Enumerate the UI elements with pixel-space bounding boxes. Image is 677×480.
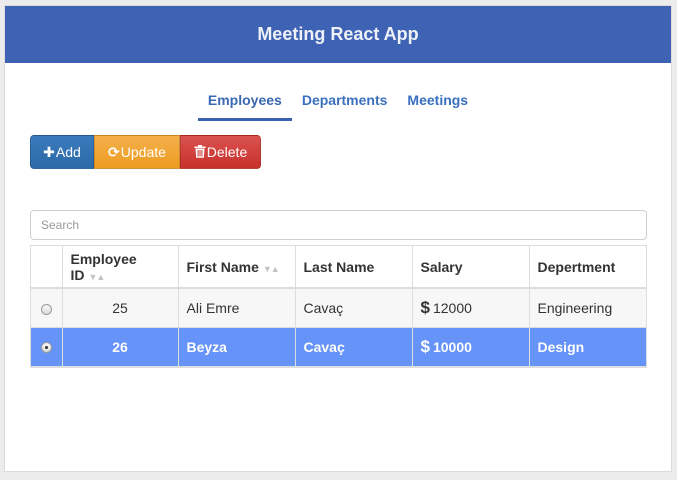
column-header-first-name[interactable]: First Name ▼▲ [178, 246, 296, 289]
column-label: Depertment [537, 258, 616, 275]
action-toolbar: ✚ Add ⟳ Update Delete [30, 135, 261, 169]
first-name-cell: Beyza [178, 327, 296, 367]
add-button-label: Add [55, 144, 81, 160]
last-name-cell: Cavaç [295, 288, 413, 328]
employee-id-cell: 26 [62, 327, 179, 367]
column-header-last-name: Last Name [295, 246, 413, 289]
table-row[interactable]: 26 Beyza Cavaç $10000 Design [31, 327, 646, 367]
department-cell: Design [529, 327, 646, 367]
search-input[interactable] [30, 210, 647, 240]
row-select-cell [31, 288, 63, 328]
update-button-label: Update [120, 144, 166, 160]
salary-value: 12000 [432, 299, 472, 316]
sort-icon[interactable]: ▼▲ [89, 272, 106, 282]
delete-button[interactable]: Delete [180, 135, 261, 169]
tab-bar: Employees Departments Meetings [5, 86, 671, 121]
row-select-cell [31, 327, 63, 367]
table-header-row: Employee ID ▼▲ First Name ▼▲ Last Name Sal… [31, 246, 646, 289]
first-name-cell: Ali Emre [178, 288, 296, 328]
table-row[interactable]: 25 Ali Emre Cavaç $12000 Engineering [31, 288, 646, 328]
column-header-employee-id[interactable]: Employee ID ▼▲ [62, 246, 179, 289]
last-name-cell: Cavaç [295, 327, 413, 367]
tab-departments[interactable]: Departments [292, 86, 398, 121]
app-header: Meeting React App [5, 6, 671, 63]
delete-button-label: Delete [206, 144, 248, 160]
app-card: Meeting React App Employees Departments … [4, 5, 672, 472]
plus-icon: ✚ [43, 143, 55, 160]
refresh-icon: ⟳ [108, 143, 120, 160]
column-label: First Name [186, 258, 259, 275]
employee-table: Employee ID ▼▲ First Name ▼▲ Last Name Sal… [30, 245, 647, 368]
add-button[interactable]: ✚ Add [30, 135, 94, 169]
trash-icon [194, 144, 206, 160]
column-label: Last Name [303, 258, 375, 275]
dollar-icon: $ [420, 297, 430, 317]
salary-value: 10000 [432, 338, 472, 355]
select-column-header [31, 246, 63, 289]
column-header-department: Depertment [529, 246, 646, 289]
app-title: Meeting React App [257, 24, 419, 44]
salary-cell: $10000 [412, 327, 530, 367]
salary-cell: $12000 [412, 288, 530, 328]
tab-meetings[interactable]: Meetings [397, 86, 478, 121]
department-cell: Engineering [529, 288, 646, 328]
update-button[interactable]: ⟳ Update [94, 135, 180, 169]
row-radio[interactable] [40, 303, 52, 315]
row-radio[interactable] [40, 342, 52, 354]
column-label: Salary [420, 258, 463, 275]
dollar-icon: $ [420, 336, 430, 356]
column-header-salary: Salary [412, 246, 530, 289]
employee-id-cell: 25 [62, 288, 179, 328]
tab-employees[interactable]: Employees [197, 86, 292, 121]
sort-icon[interactable]: ▼▲ [263, 264, 280, 274]
